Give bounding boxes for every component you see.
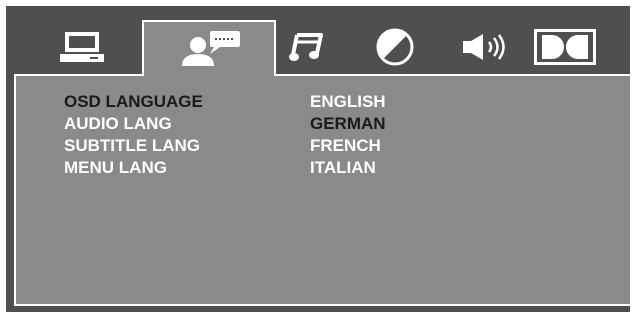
tab-speaker[interactable] xyxy=(458,24,514,70)
setting-label: AUDIO LANG xyxy=(64,114,172,133)
person-speech-icon xyxy=(182,31,240,66)
monitor-icon xyxy=(60,32,104,62)
tab-audio[interactable] xyxy=(284,24,328,70)
tab-language[interactable] xyxy=(142,20,276,76)
tab-video[interactable] xyxy=(370,24,420,70)
music-note-icon xyxy=(289,33,323,61)
setting-label: MENU LANG xyxy=(64,158,167,177)
setting-value: ENGLISH xyxy=(310,92,386,111)
setting-value: FRENCH xyxy=(310,136,381,155)
language-settings-panel: OSD LANGUAGE ENGLISH AUDIO LANG GERMAN S… xyxy=(14,74,632,306)
setting-label: SUBTITLE LANG xyxy=(64,136,200,155)
setting-label: OSD LANGUAGE xyxy=(64,92,203,111)
setting-value: GERMAN xyxy=(310,114,386,133)
setting-value: ITALIAN xyxy=(310,158,376,177)
speaker-icon xyxy=(463,34,505,60)
dolby-icon xyxy=(534,29,596,65)
tab-system[interactable] xyxy=(54,24,110,70)
tab-digital[interactable] xyxy=(532,24,598,70)
setup-menu-screen: OSD LANGUAGE ENGLISH AUDIO LANG GERMAN S… xyxy=(6,6,632,312)
tab-bar xyxy=(6,6,630,76)
half-circle-icon xyxy=(376,28,414,66)
